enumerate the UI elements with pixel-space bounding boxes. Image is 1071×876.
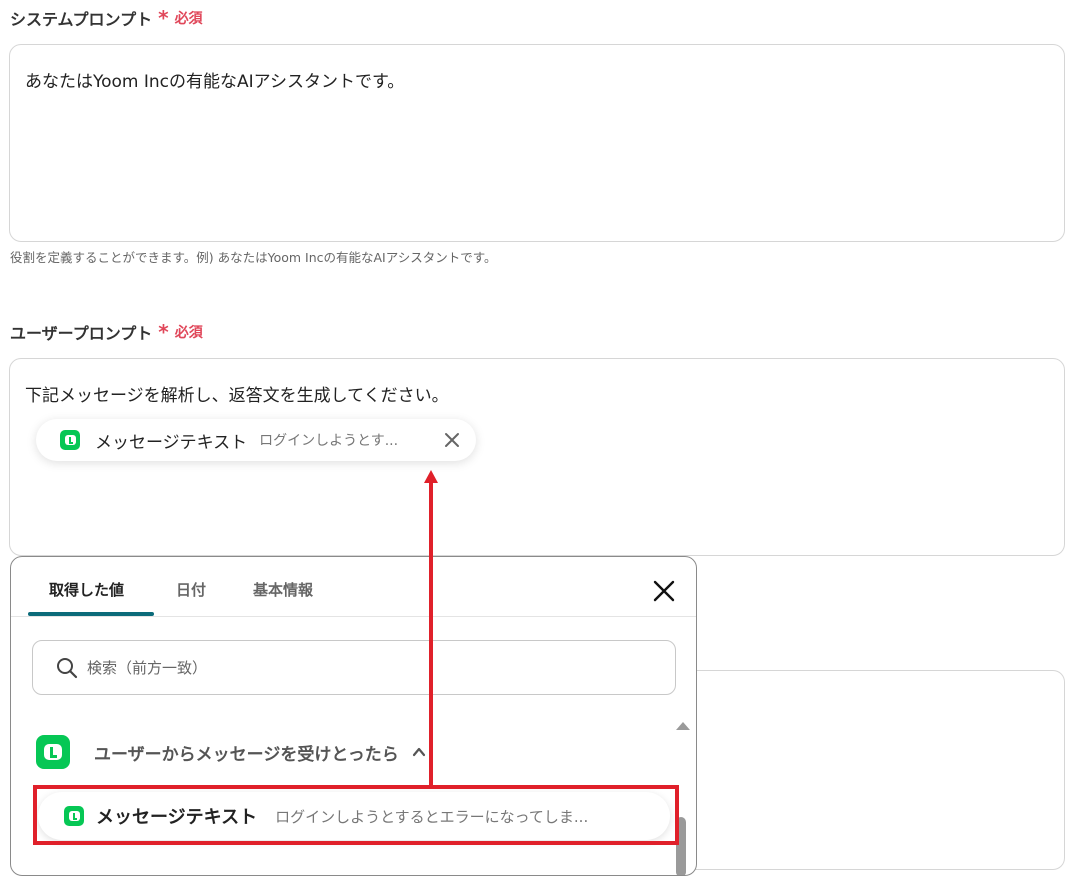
chevron-up-icon[interactable] — [411, 744, 427, 760]
annotation-arrow-head — [424, 470, 438, 483]
picker-tabs: 取得した値 日付 基本情報 — [11, 557, 696, 617]
tab-basic-info[interactable]: 基本情報 — [253, 579, 313, 600]
line-icon — [36, 735, 70, 769]
chip-preview: ログインしようとす... — [259, 433, 399, 449]
scroll-up-arrow[interactable] — [676, 722, 690, 730]
trigger-group-header[interactable]: ユーザーからメッセージを受けとったら — [36, 735, 427, 769]
system-prompt-value: あなたはYoom Incの有能なAIアシスタントです。 — [25, 72, 405, 92]
tab-date[interactable]: 日付 — [176, 579, 206, 600]
system-prompt-helper: 役割を定義することができます。例) あなたはYoom Incの有能なAIアシスタ… — [10, 250, 497, 265]
group-label: ユーザーからメッセージを受けとったら — [94, 744, 399, 765]
user-prompt-label-text: ユーザープロンプト — [10, 324, 153, 343]
search-input[interactable] — [87, 658, 647, 677]
system-prompt-label-text: システムプロンプト — [10, 10, 153, 29]
chip-label: メッセージテキスト — [95, 432, 248, 453]
next-field-box[interactable] — [694, 670, 1065, 870]
user-prompt-value: 下記メッセージを解析し、返答文を生成してください。 — [25, 386, 449, 406]
search-box[interactable] — [32, 640, 676, 695]
close-icon[interactable] — [652, 579, 676, 603]
required-asterisk: * — [158, 6, 169, 30]
tab-acquired-values[interactable]: 取得した値 — [49, 579, 124, 600]
annotation-arrow-line — [429, 476, 433, 785]
system-prompt-label: システムプロンプト * 必須 — [10, 6, 203, 30]
close-icon[interactable] — [442, 430, 462, 450]
search-icon — [57, 657, 78, 678]
required-text: 必須 — [174, 325, 203, 341]
line-icon — [60, 430, 80, 450]
required-asterisk: * — [158, 320, 169, 344]
inserted-variable-chip[interactable]: メッセージテキスト ログインしようとす... — [36, 419, 476, 461]
user-prompt-label: ユーザープロンプト * 必須 — [10, 320, 203, 344]
active-tab-indicator — [28, 612, 154, 616]
required-text: 必須 — [174, 11, 203, 27]
annotation-highlight-box — [33, 785, 679, 845]
system-prompt-textarea[interactable]: あなたはYoom Incの有能なAIアシスタントです。 — [9, 44, 1065, 242]
